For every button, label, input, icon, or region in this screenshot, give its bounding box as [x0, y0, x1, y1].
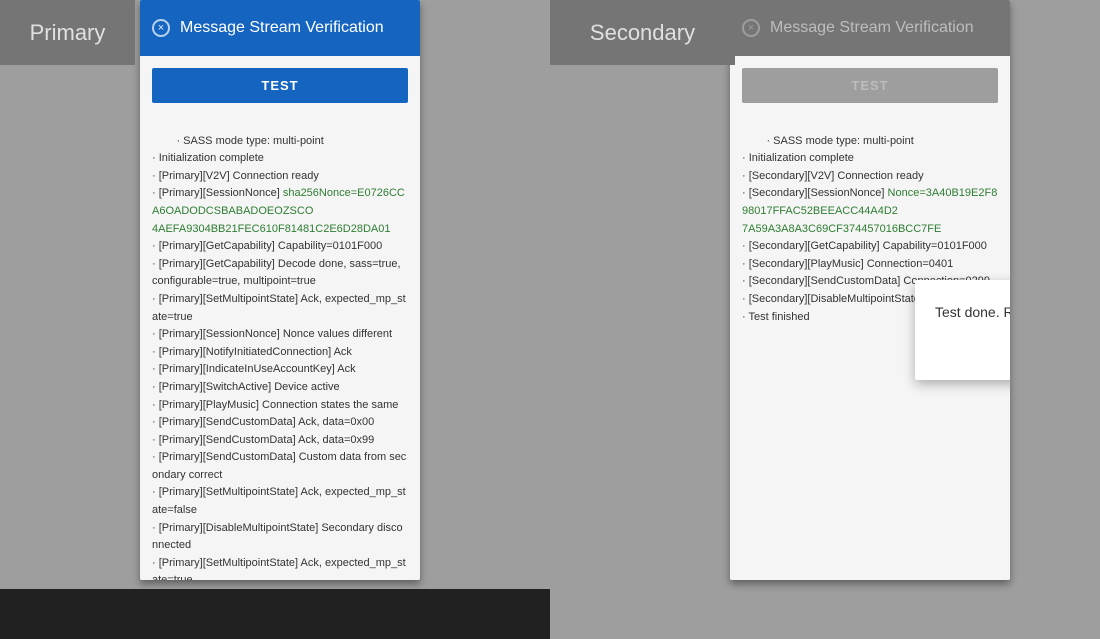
primary-log: · SASS mode type: multi-point · Initiali…: [152, 115, 408, 580]
secondary-close-button[interactable]: ×: [742, 19, 760, 37]
secondary-dialog-title: Message Stream Verification: [770, 19, 974, 37]
secondary-test-button: TEST: [742, 68, 998, 103]
primary-close-button[interactable]: ×: [152, 19, 170, 37]
success-dialog: Test done. Result=SUCCESS OK: [915, 280, 1010, 380]
primary-dialog: × Message Stream Verification TEST · SAS…: [140, 0, 420, 580]
primary-test-button[interactable]: TEST: [152, 68, 408, 103]
primary-dialog-header: × Message Stream Verification: [140, 0, 420, 56]
primary-dialog-title: Message Stream Verification: [180, 19, 384, 37]
secondary-dialog-header: × Message Stream Verification: [730, 0, 1010, 56]
secondary-label: Secondary: [550, 0, 735, 65]
ok-button-container: OK: [935, 340, 1010, 364]
primary-label: Primary: [0, 0, 135, 65]
primary-panel: Primary × Message Stream Verification TE…: [0, 0, 550, 639]
secondary-dialog: × Message Stream Verification TEST · SAS…: [730, 0, 1010, 580]
secondary-panel: Secondary × Message Stream Verification …: [550, 0, 1100, 639]
primary-dialog-content: TEST · SASS mode type: multi-point · Ini…: [140, 56, 420, 580]
primary-bottom-bar: [0, 589, 550, 639]
success-message: Test done. Result=SUCCESS: [935, 304, 1010, 320]
